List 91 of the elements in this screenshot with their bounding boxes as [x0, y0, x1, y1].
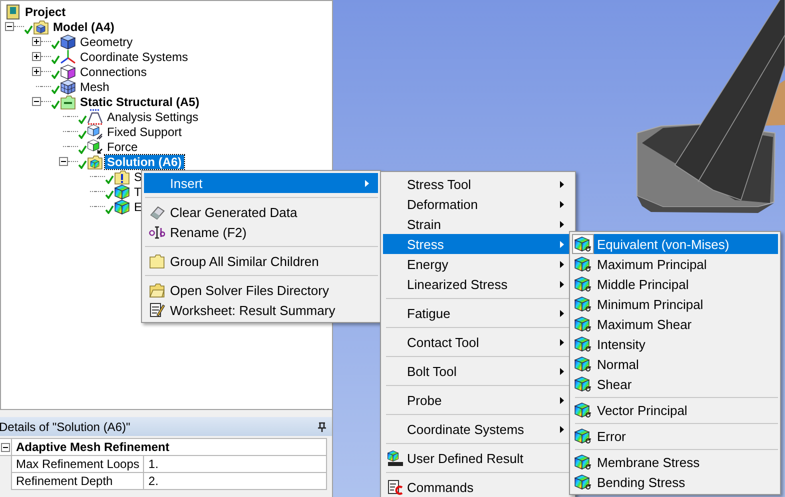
result-cube-icon [574, 316, 592, 332]
tree-item[interactable]: Mesh [78, 80, 112, 94]
panel-title: Details of "Solution (A6)" [0, 420, 130, 434]
expand-toggle[interactable] [32, 52, 41, 61]
tree-item[interactable]: Analysis Settings [105, 110, 200, 124]
cube-icon [87, 124, 103, 140]
menu-item[interactable]: Maximum Shear [594, 314, 778, 334]
result-cube-icon [574, 402, 592, 418]
tree-item[interactable]: Force [105, 140, 140, 154]
tree-item[interactable]: Solution (A6) [105, 154, 184, 168]
tree-item[interactable]: Geometry [78, 34, 135, 48]
folder-icon [60, 94, 76, 110]
folder-icon [114, 168, 130, 184]
menu-item[interactable]: Bolt Tool [383, 361, 573, 381]
result-cube-icon [574, 428, 592, 444]
tree-item[interactable]: E [132, 200, 144, 214]
menu-item[interactable]: Error [594, 426, 778, 446]
cube-icon [60, 64, 76, 80]
property-name: Refinement Depth [12, 472, 144, 490]
menu-item[interactable]: Probe [383, 390, 573, 410]
result-cube-icon [114, 198, 130, 214]
result-cube-icon [574, 376, 592, 392]
result-cube-icon [574, 454, 592, 470]
menu-item[interactable]: Minimum Principal [594, 294, 778, 314]
axes-icon [60, 48, 76, 64]
menu-item[interactable]: Intensity [594, 334, 778, 354]
menu-item[interactable]: Clear Generated Data [144, 202, 378, 222]
menu-item[interactable]: Strain [383, 214, 573, 234]
menu-item[interactable]: Stress Tool [383, 174, 573, 194]
menu-item[interactable]: Shear [594, 374, 778, 394]
folder-icon [87, 154, 103, 170]
expand-toggle[interactable] [32, 37, 41, 46]
menu-item[interactable]: Energy [383, 254, 573, 274]
folder-icon [33, 18, 49, 34]
project-icon [5, 4, 21, 20]
menu-item[interactable]: Bending Stress [594, 472, 778, 492]
rename-icon [148, 224, 164, 240]
result-cube-icon [574, 336, 592, 352]
worksheet-icon [148, 302, 164, 318]
menu-item[interactable]: Deformation [383, 194, 573, 214]
group-header: Adaptive Mesh Refinement [12, 438, 326, 456]
property-value[interactable]: 2. [144, 472, 326, 490]
result-cube-icon [574, 356, 592, 372]
result-cube-icon [574, 276, 592, 292]
tree-item[interactable]: S [132, 170, 144, 184]
menu-item[interactable]: Membrane Stress [594, 452, 778, 472]
menu-item[interactable]: Rename (F2) [144, 222, 378, 242]
commands-icon [387, 479, 403, 495]
tree-item[interactable]: Connections [78, 64, 149, 78]
menu-item[interactable]: Vector Principal [594, 400, 778, 420]
menu-item[interactable]: Equivalent (von-Mises) [594, 234, 778, 254]
menu-item[interactable]: Middle Principal [594, 274, 778, 294]
collapse-toggle[interactable] [1, 442, 10, 452]
eraser-icon [148, 204, 164, 220]
menu-item[interactable]: Maximum Principal [594, 254, 778, 274]
menu-item[interactable]: Group All Similar Children [144, 251, 378, 271]
folder-icon [148, 253, 164, 269]
expand-toggle[interactable] [5, 22, 14, 31]
result-cube-icon [574, 296, 592, 312]
folder-icon [148, 282, 164, 298]
menu-item[interactable]: Contact Tool [383, 332, 573, 352]
menu-item[interactable]: Linearized Stress [383, 274, 573, 294]
menu-item[interactable]: Normal [594, 354, 778, 374]
tree-item[interactable]: Static Structural (A5) [78, 94, 202, 108]
result-cube-icon [574, 256, 592, 272]
cube-icon [87, 138, 103, 154]
menu-item[interactable]: Insert [144, 173, 378, 193]
menu-item[interactable]: Worksheet: Result Summary [144, 300, 378, 320]
tree-item[interactable]: Model (A4) [51, 20, 116, 34]
menu-item[interactable]: Coordinate Systems [383, 419, 573, 439]
tree-item[interactable]: Fixed Support [105, 124, 184, 138]
result-cube-icon [574, 474, 592, 490]
mesh-icon [60, 78, 76, 94]
expand-toggle[interactable] [32, 97, 41, 106]
expand-toggle[interactable] [32, 67, 41, 76]
menu-item[interactable]: Open Solver Files Directory [144, 280, 378, 300]
pin-icon[interactable] [318, 422, 326, 432]
menu-item[interactable]: Commands [383, 477, 573, 497]
result-cube-icon [387, 450, 403, 466]
tree-item[interactable]: Coordinate Systems [78, 50, 190, 64]
menu-item[interactable]: User Defined Result [383, 448, 573, 468]
result-cube-icon [574, 236, 592, 252]
result-cube-icon [114, 184, 130, 200]
expand-toggle[interactable] [59, 157, 68, 166]
tree-item[interactable]: Project [23, 4, 68, 18]
tree-item[interactable]: T [132, 184, 144, 198]
property-value[interactable]: 1. [144, 456, 326, 472]
property-name: Max Refinement Loops [12, 456, 144, 472]
cube-icon [60, 34, 76, 50]
menu-item[interactable]: Fatigue [383, 303, 573, 323]
chart-icon [87, 108, 103, 124]
